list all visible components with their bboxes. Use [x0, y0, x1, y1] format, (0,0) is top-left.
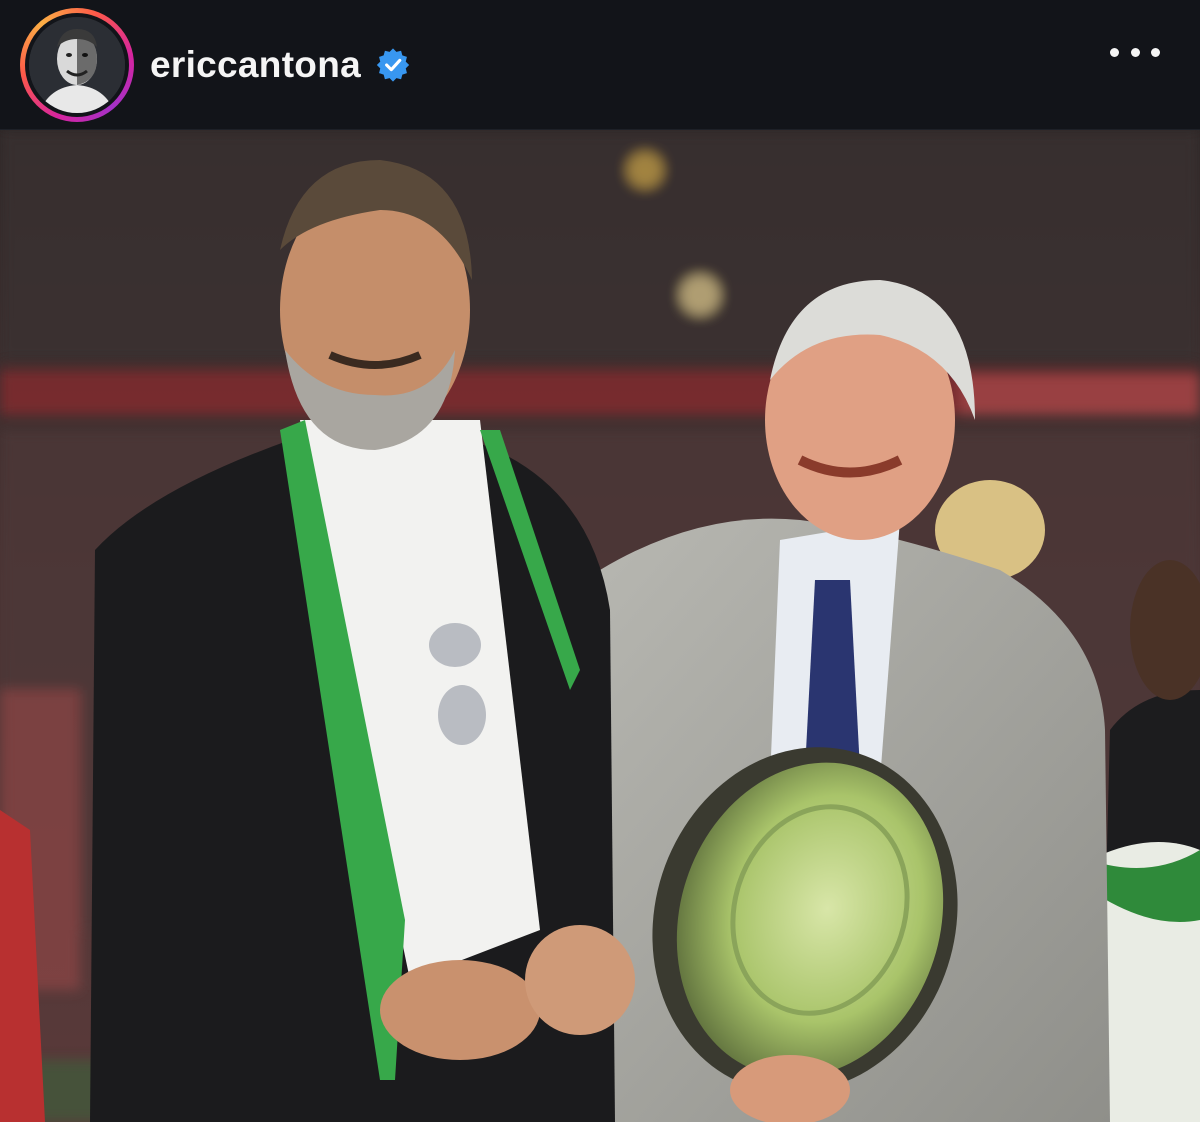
- more-dot: [1110, 47, 1119, 57]
- more-options-icon[interactable]: [1110, 38, 1160, 66]
- instagram-post: ericcantona: [0, 0, 1200, 1122]
- profile-avatar[interactable]: [29, 16, 125, 113]
- more-dot: [1151, 47, 1160, 57]
- story-ring-inner: [25, 12, 129, 117]
- post-header: ericcantona: [0, 0, 1200, 130]
- more-dot: [1130, 47, 1140, 57]
- post-photo[interactable]: [0, 130, 1200, 1122]
- verified-badge-icon: [375, 47, 411, 83]
- username[interactable]: ericcantona: [150, 44, 361, 86]
- story-ring[interactable]: [20, 7, 134, 122]
